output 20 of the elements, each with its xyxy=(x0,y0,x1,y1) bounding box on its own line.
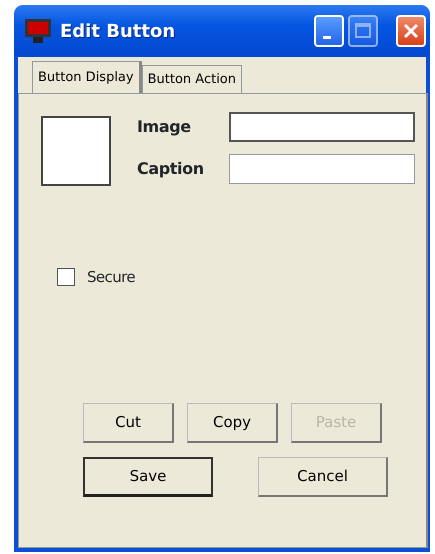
field-label: Image xyxy=(137,116,192,138)
minimize-button[interactable] xyxy=(314,15,344,47)
field-label: Caption xyxy=(137,158,205,180)
text-field[interactable] xyxy=(229,154,415,184)
tab[interactable]: Button Action xyxy=(142,65,242,93)
checkbox-label: Secure xyxy=(87,267,135,288)
maximize-icon xyxy=(354,22,372,40)
image-preview xyxy=(41,116,111,186)
action-button[interactable]: Cut xyxy=(83,402,174,442)
dialog-button[interactable]: Cancel xyxy=(258,456,388,496)
dialog-button[interactable]: Save xyxy=(83,456,213,496)
close-button[interactable] xyxy=(396,15,426,47)
minimize-icon xyxy=(323,36,331,38)
close-icon xyxy=(402,22,420,40)
app-icon xyxy=(24,18,52,44)
action-button[interactable]: Copy xyxy=(187,402,278,442)
secure-checkbox[interactable] xyxy=(57,268,75,286)
tab[interactable]: Button Display xyxy=(32,61,142,93)
window-title: Edit Button xyxy=(60,20,176,44)
text-field[interactable] xyxy=(229,112,415,142)
